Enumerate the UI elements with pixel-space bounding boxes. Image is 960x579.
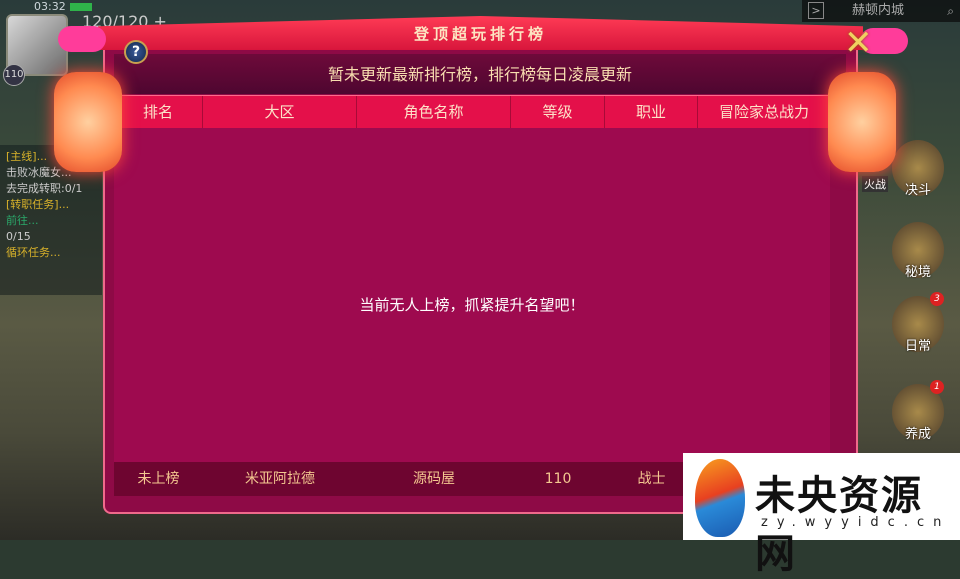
quest-line: 去完成转职:0/1 (6, 182, 83, 195)
clock: 03:32 (34, 0, 66, 13)
empty-message: 当前无人上榜，抓紧提升名望吧！ (359, 296, 585, 314)
watermark: 未央资源网 zy.wyyidc.cn (683, 453, 960, 577)
close-button[interactable]: ✕ (844, 26, 873, 60)
expand-arrow-icon[interactable]: > (808, 2, 824, 19)
col-level: 等级 (511, 96, 605, 128)
search-icon[interactable]: ⌕ (947, 0, 954, 22)
develop-label: 养成 (904, 427, 931, 442)
my-region: 米亚阿拉德 (245, 471, 315, 487)
secret-realm-label: 秘境 (904, 265, 931, 280)
daily-badge: 3 (930, 292, 944, 306)
table-header: 排名 大区 角色名称 等级 职业 冒险家总战力 (114, 95, 830, 128)
daily-label: 日常 (904, 339, 931, 354)
update-notice: 暂未更新最新排行榜，排行榜每日凌晨更新 (114, 54, 846, 94)
flame-logo-icon (695, 459, 745, 537)
cloud-ornament-icon (58, 26, 106, 52)
quest-line: [转职任务]... (6, 198, 70, 211)
battery-icon (70, 3, 92, 11)
player-level: 110 (3, 64, 25, 86)
col-class: 职业 (605, 96, 698, 128)
help-button[interactable]: ? (124, 40, 148, 64)
my-level: 110 (544, 471, 572, 487)
develop-badge: 1 (930, 380, 944, 394)
lantern-left-icon (54, 72, 122, 172)
col-power: 冒险家总战力 (718, 103, 809, 121)
col-region: 大区 (203, 96, 357, 128)
side-label: 火战 (862, 176, 888, 192)
quest-line: 循环任务... (6, 246, 61, 259)
secret-realm-button[interactable]: 秘境 (892, 222, 944, 280)
table-body[interactable]: 当前无人上榜，抓紧提升名望吧！ (114, 128, 830, 462)
location-bar[interactable]: > 赫顿内城 ⌕ (802, 0, 960, 22)
quest-line: 0/15 (6, 230, 31, 243)
daily-button[interactable]: 日常 3 (892, 292, 944, 354)
duel-button[interactable]: 决斗 (892, 140, 944, 198)
my-rank: 未上榜 (137, 471, 180, 487)
watermark-url: zy.wyyidc.cn (761, 515, 951, 530)
my-character-name: 源码屋 (413, 471, 455, 487)
lantern-right-icon (828, 72, 896, 172)
col-rank: 排名 (114, 96, 203, 128)
col-character-name: 角色名称 (357, 96, 511, 128)
location-name: 赫顿内城 (852, 3, 905, 18)
quest-line: 前往... (6, 214, 39, 227)
duel-label: 决斗 (904, 183, 931, 198)
develop-button[interactable]: 养成 1 (892, 380, 944, 442)
